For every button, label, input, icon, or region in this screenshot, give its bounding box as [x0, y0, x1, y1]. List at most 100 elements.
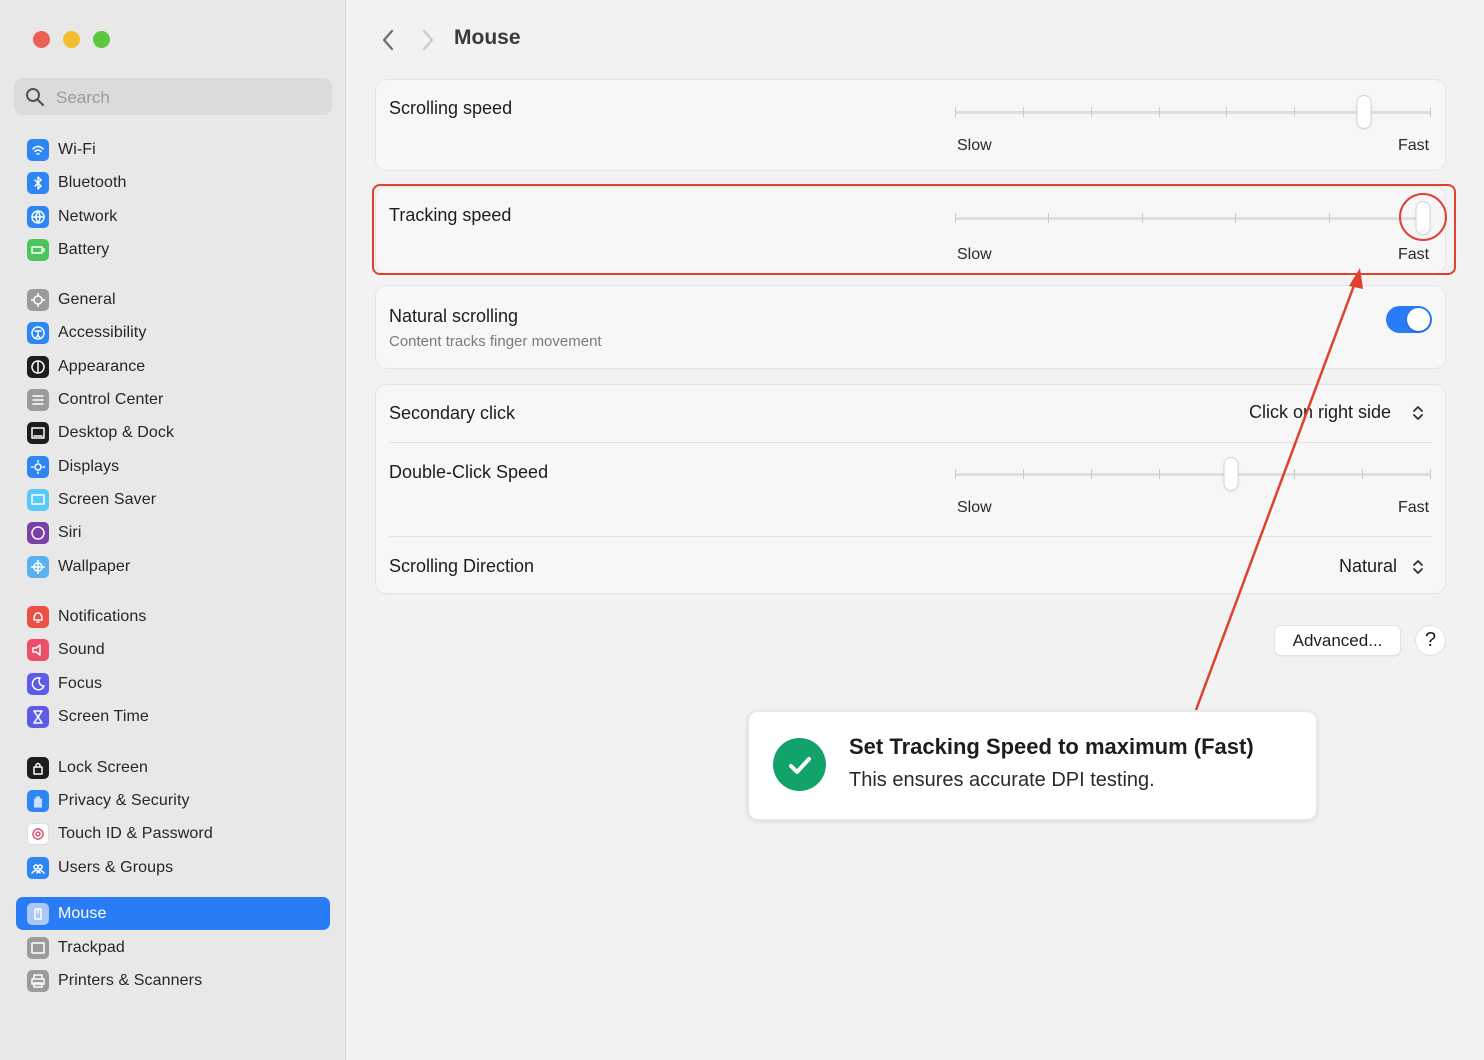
sidebar-item-label: Siri: [58, 523, 82, 541]
slider-knob[interactable]: [1224, 458, 1238, 490]
sidebar-item-label: Privacy & Security: [58, 791, 190, 809]
scrolling-speed-fast-label: Fast: [1398, 137, 1430, 154]
sidebar-item-label: Desktop & Dock: [58, 423, 175, 441]
advanced-button[interactable]: Advanced...: [1274, 625, 1401, 656]
forward-chevron-icon[interactable]: [417, 27, 439, 53]
sidebar-item-printers-scanners[interactable]: Printers & Scanners: [16, 964, 330, 997]
search-icon: [26, 88, 45, 107]
natural-scrolling-label: Natural scrolling: [389, 306, 519, 326]
sidebar-item-label: Touch ID & Password: [58, 824, 213, 842]
double-click-fast-label: Fast: [1398, 499, 1430, 516]
scrolling-speed-slow-label: Slow: [957, 137, 992, 154]
sidebar-item-privacy-security[interactable]: Privacy & Security: [16, 784, 330, 817]
close-button[interactable]: [33, 31, 50, 48]
sidebar-item-label: Screen Saver: [58, 490, 157, 508]
slider-tick: [955, 469, 956, 479]
sidebar-item-bluetooth[interactable]: Bluetooth: [16, 166, 330, 199]
siri-icon: [27, 521, 49, 544]
slider-tick: [1362, 469, 1364, 479]
secondary-click-select[interactable]: Click on right side: [1249, 402, 1391, 423]
sidebar-item-general[interactable]: General: [16, 283, 330, 316]
zoom-button[interactable]: [93, 31, 110, 48]
slider-knob[interactable]: [1357, 96, 1371, 128]
sidebar-item-desktop-dock[interactable]: Desktop & Dock: [16, 416, 330, 449]
search-field[interactable]: [14, 78, 332, 117]
sidebar-item-label: Trackpad: [58, 938, 125, 956]
scrolling-speed-card: [375, 79, 1446, 171]
fingerprint-icon: [27, 822, 49, 845]
tracking-knob-highlight-circle: [1399, 193, 1447, 241]
sidebar-item-label: Control Center: [58, 390, 164, 408]
hand-icon: [27, 789, 49, 812]
slider-tick: [1294, 107, 1296, 117]
scrolling-direction-select[interactable]: Natural: [1339, 556, 1397, 577]
slider-tick: [1090, 469, 1092, 479]
minimize-button[interactable]: [63, 31, 80, 48]
double-click-speed-label: Double-Click Speed: [389, 462, 549, 482]
dock-icon: [27, 421, 49, 444]
sidebar-item-displays[interactable]: Displays: [16, 450, 330, 483]
sidebar-item-label: Screen Time: [58, 707, 149, 725]
sidebar-item-label: Sound: [58, 640, 105, 658]
sidebar-item-touch-id-password[interactable]: Touch ID & Password: [16, 817, 330, 850]
control-center-icon: [27, 388, 49, 411]
help-button[interactable]: ?: [1415, 625, 1446, 656]
sidebar-item-accessibility[interactable]: Accessibility: [16, 316, 330, 349]
sidebar-item-focus[interactable]: Focus: [16, 667, 330, 700]
page-title: Mouse: [454, 26, 521, 49]
sidebar-item-label: Displays: [58, 457, 120, 475]
sidebar-item-screen-time[interactable]: Screen Time: [16, 700, 330, 733]
scrolling-direction-label: Scrolling Direction: [389, 556, 535, 576]
sidebar-item-label: Battery: [58, 240, 110, 258]
sidebar-item-screen-saver[interactable]: Screen Saver: [16, 483, 330, 516]
sidebar-item-control-center[interactable]: Control Center: [16, 383, 330, 416]
sidebar-item-wallpaper[interactable]: Wallpaper: [16, 550, 330, 583]
updown-chevron-icon: [1413, 560, 1423, 574]
slider-track: [955, 473, 1431, 476]
lock-icon: [27, 756, 49, 779]
window-controls: [33, 31, 110, 48]
updown-chevron-icon: [1413, 406, 1423, 420]
mouse-icon: [27, 902, 49, 925]
slider-tick: [1158, 469, 1160, 479]
checkmark-icon: [773, 738, 826, 791]
slider-tick: [1022, 107, 1024, 117]
sidebar-item-battery[interactable]: Battery: [16, 233, 330, 266]
sidebar-item-label: Mouse: [58, 904, 107, 922]
appearance-icon: [27, 355, 49, 378]
sidebar-item-users-groups[interactable]: Users & Groups: [16, 851, 330, 884]
sidebar-item-appearance[interactable]: Appearance: [16, 350, 330, 383]
sidebar-item-label: Bluetooth: [58, 173, 127, 191]
sidebar: Wi-Fi Bluetooth Network Battery General Acces…: [0, 0, 346, 1060]
sidebar-item-mouse[interactable]: Mouse: [16, 897, 330, 930]
bell-icon: [27, 605, 49, 628]
natural-scrolling-toggle[interactable]: [1386, 306, 1432, 333]
sidebar-item-lock-screen[interactable]: Lock Screen: [16, 751, 330, 784]
secondary-click-label: Secondary click: [389, 403, 516, 423]
scrolling-speed-slider[interactable]: [955, 96, 1431, 128]
double-click-slow-label: Slow: [957, 499, 992, 516]
accessibility-icon: [27, 321, 49, 344]
sidebar-item-wi-fi[interactable]: Wi-Fi: [16, 133, 330, 166]
globe-icon: [27, 205, 49, 228]
natural-scrolling-description: Content tracks finger movement: [389, 333, 602, 350]
sidebar-item-siri[interactable]: Siri: [16, 516, 330, 549]
search-input[interactable]: [54, 78, 328, 117]
back-chevron-icon[interactable]: [377, 27, 399, 53]
sun-icon: [27, 455, 49, 478]
hourglass-icon: [27, 705, 49, 728]
double-click-speed-slider[interactable]: [955, 458, 1431, 490]
screen-saver-icon: [27, 488, 49, 511]
sidebar-item-notifications[interactable]: Notifications: [16, 600, 330, 633]
gear-icon: [27, 288, 49, 311]
toggle-knob: [1407, 308, 1430, 331]
users-icon: [27, 856, 49, 879]
sidebar-item-sound[interactable]: Sound: [16, 633, 330, 666]
sidebar-item-trackpad[interactable]: Trackpad: [16, 931, 330, 964]
natural-scrolling-card: [375, 285, 1446, 369]
sidebar-item-label: Accessibility: [58, 323, 147, 341]
slider-tick: [955, 107, 956, 117]
flower-icon: [27, 555, 49, 578]
sidebar-item-network[interactable]: Network: [16, 200, 330, 233]
slider-tick: [1226, 107, 1228, 117]
